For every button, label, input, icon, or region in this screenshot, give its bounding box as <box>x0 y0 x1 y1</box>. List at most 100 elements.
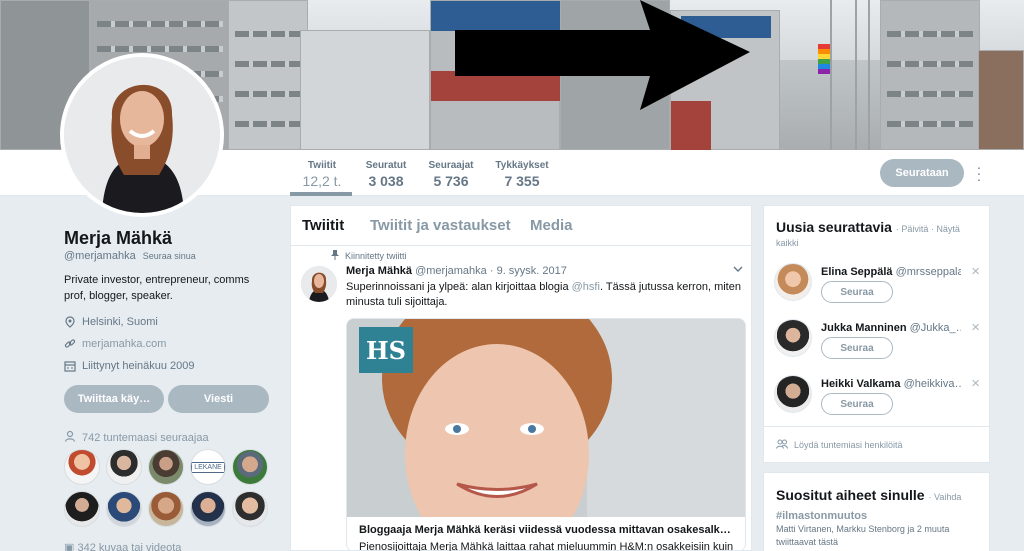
trend-description: Matti Virtanen, Markku Stenborg ja 2 muu… <box>776 524 950 547</box>
followers-you-know[interactable]: 742 tuntemaasi seuraajaa <box>64 430 209 445</box>
recommended-name[interactable]: Jukka Manninen <box>821 322 907 334</box>
location-text: Helsinki, Suomi <box>82 316 158 328</box>
tweet-date[interactable]: · 9. syysk. 2017 <box>490 265 567 277</box>
tweet-header: Merja Mähkä @merjamahka · 9. syysk. 2017 <box>346 265 567 277</box>
profile-website[interactable]: merjamahka.com <box>64 338 166 350</box>
recommended-name[interactable]: Elina Seppälä <box>821 266 893 278</box>
recommended-avatar[interactable] <box>774 263 812 301</box>
profile-avatar[interactable] <box>60 53 224 217</box>
stat-value: 7 355 <box>504 173 540 189</box>
follower-avatar[interactable] <box>148 491 184 527</box>
follow-button[interactable]: Seuraa <box>821 281 893 303</box>
stat-value: 12,2 t. <box>302 173 342 189</box>
hs-logo-text: HS <box>365 335 406 365</box>
avatar-portrait <box>64 57 220 213</box>
link-icon <box>64 338 76 350</box>
flag-pole <box>830 0 832 150</box>
message-button[interactable]: Viesti <box>168 385 269 413</box>
recommended-avatar[interactable] <box>774 319 812 357</box>
profile-location: Helsinki, Suomi <box>64 316 158 328</box>
stat-label: Tykkäykset <box>495 160 549 171</box>
show-all-link[interactable]: kaikki <box>776 238 799 248</box>
follow-button[interactable]: Seuraa <box>821 337 893 359</box>
link-card[interactable]: HS Bloggaaja Merja Mähkä keräsi viidessä… <box>346 318 746 551</box>
pin-icon <box>331 250 339 262</box>
follower-avatar[interactable] <box>190 491 226 527</box>
trend-hashtag[interactable]: #ilmastonmuutos <box>776 510 867 522</box>
trends-title: Suositut aiheet sinulle · Vaihda <box>776 487 961 503</box>
pinned-label: Kiinnitetty twiitti <box>345 251 407 261</box>
follower-avatar[interactable] <box>232 449 268 485</box>
recommended-avatar[interactable] <box>774 375 812 413</box>
timeline-tabs: Twiitit Twiitit ja vastaukset Media <box>291 206 751 246</box>
recommended-name[interactable]: Heikki Valkama <box>821 378 901 390</box>
find-people-text[interactable]: Löydä tuntemiasi henkilöitä <box>794 440 903 450</box>
dismiss-icon[interactable]: ✕ <box>971 321 980 334</box>
tweet-text-part: Superinnoissani ja ylpeä: alan kirjoitta… <box>346 281 572 293</box>
recommended-user[interactable]: Jukka Manninen @Jukka_… <box>821 322 961 334</box>
tab-tweets[interactable]: Twiitit <box>302 217 344 234</box>
active-stat-underline <box>290 192 352 196</box>
banner-building <box>978 50 1024 150</box>
dismiss-icon[interactable]: ✕ <box>971 377 980 390</box>
refresh-link[interactable]: · Päivitä · Näytä <box>896 224 960 234</box>
stat-value: 5 736 <box>433 173 469 189</box>
recommended-handle[interactable]: @mrsseppala <box>896 266 961 278</box>
who-to-follow-heading: Uusia seurattavia <box>776 219 892 235</box>
location-pin-icon <box>64 316 76 328</box>
stat-label: Twiitit <box>307 160 337 171</box>
profile-name: Merja Mähkä <box>64 228 173 248</box>
banner-building <box>228 0 308 150</box>
follower-avatar[interactable] <box>148 449 184 485</box>
follows-you-badge: Seuraa sinua <box>142 251 196 261</box>
stat-following[interactable]: Seuratut 3 038 <box>364 160 408 189</box>
find-people-link[interactable]: Löydä tuntemiasi henkilöitä <box>764 426 989 463</box>
tab-media[interactable]: Media <box>530 217 573 234</box>
person-icon <box>64 430 76 445</box>
follow-button[interactable]: Seuraa <box>821 393 893 415</box>
follower-avatar[interactable] <box>64 449 100 485</box>
recommended-handle[interactable]: @heikkiva… <box>904 378 961 390</box>
follower-avatar[interactable] <box>232 491 268 527</box>
photos-videos-text[interactable]: 342 kuvaa tai videota <box>77 542 181 551</box>
following-button[interactable]: Seurataan <box>880 159 964 187</box>
stat-tweets[interactable]: Twiitit 12,2 t. <box>300 160 344 189</box>
tweet-mention-link[interactable]: @hsfi <box>572 281 600 293</box>
website-link[interactable]: merjamahka.com <box>82 338 166 350</box>
card-title[interactable]: Bloggaaja Merja Mähkä keräsi viidessä vu… <box>359 524 737 536</box>
timeline: Twiitit Twiitit ja vastaukset Media Kiin… <box>290 205 752 551</box>
follower-avatar[interactable]: LEKANE <box>190 449 226 485</box>
people-icon <box>776 439 788 451</box>
tweet-text: Superinnoissani ja ylpeä: alan kirjoitta… <box>346 280 741 310</box>
more-vertical-icon[interactable]: · · · <box>975 160 983 186</box>
who-to-follow: Uusia seurattavia · Päivitä · Näytä kaik… <box>763 205 990 463</box>
flag-pole <box>855 0 857 150</box>
profile-handle-row: @merjamahka Seuraa sinua <box>64 250 196 262</box>
lekane-logo: LEKANE <box>191 461 225 473</box>
dismiss-icon[interactable]: ✕ <box>971 265 980 278</box>
change-trends-link[interactable]: · Vaihda <box>928 492 961 502</box>
followers-you-know-text[interactable]: 742 tuntemaasi seuraajaa <box>82 432 209 444</box>
trends-panel: Suositut aiheet sinulle · Vaihda #ilmast… <box>763 472 990 551</box>
banner-building <box>300 30 430 150</box>
photos-videos-link[interactable]: ▣ 342 kuvaa tai videota <box>64 541 181 551</box>
stat-followers[interactable]: Seuraajat 5 736 <box>427 160 475 189</box>
follower-avatar[interactable] <box>106 449 142 485</box>
who-to-follow-title: Uusia seurattavia · Päivitä · Näytä <box>776 219 960 235</box>
trends-heading: Suositut aiheet sinulle <box>776 487 925 503</box>
recommended-user[interactable]: Elina Seppälä @mrsseppala <box>821 266 961 278</box>
stat-likes[interactable]: Tykkäykset 7 355 <box>494 160 550 189</box>
follower-avatar[interactable] <box>64 491 100 527</box>
tweet-author-handle[interactable]: @merjamahka <box>415 265 487 277</box>
recommended-user[interactable]: Heikki Valkama @heikkiva… <box>821 378 961 390</box>
tweet-author-name[interactable]: Merja Mähkä <box>346 265 412 277</box>
follower-avatar[interactable] <box>106 491 142 527</box>
photos-icon: ▣ <box>64 542 78 551</box>
tweet-to-button[interactable]: Twiittaa käy… <box>64 385 164 413</box>
card-description: Pienosijoittaja Merja Mähkä laittaa raha… <box>359 541 734 551</box>
tweet-author-avatar[interactable] <box>301 266 337 302</box>
hs-logo: HS <box>359 327 413 373</box>
recommended-handle[interactable]: @Jukka_… <box>910 322 961 334</box>
tab-tweets-replies[interactable]: Twiitit ja vastaukset <box>370 217 511 234</box>
chevron-down-icon[interactable] <box>733 264 743 276</box>
